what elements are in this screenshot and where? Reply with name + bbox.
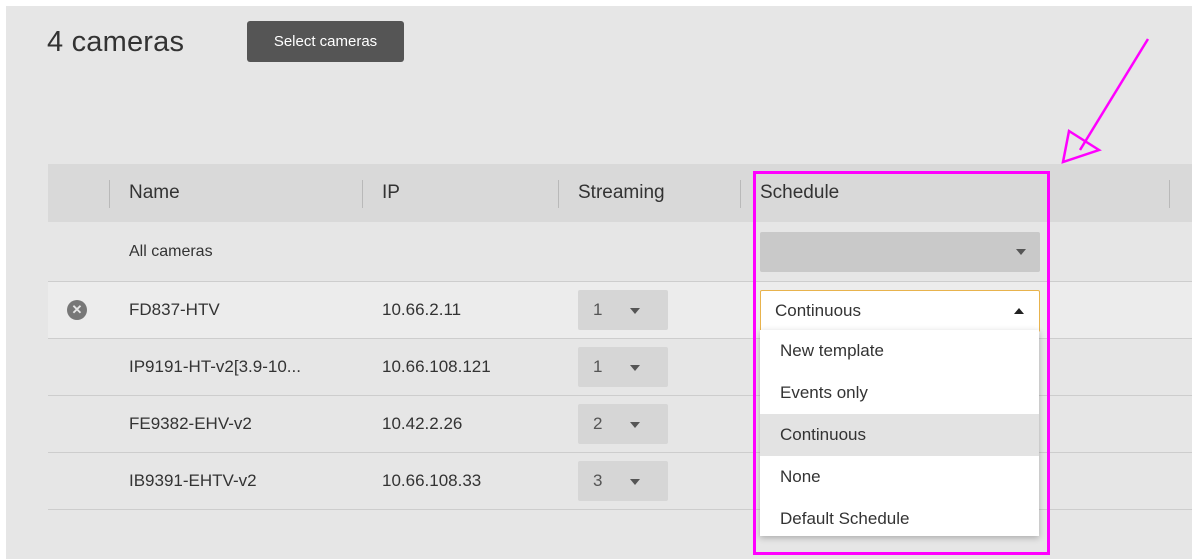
chevron-down-icon <box>630 479 640 485</box>
column-header-ip[interactable]: IP <box>382 164 400 222</box>
dropdown-option-none[interactable]: None <box>760 456 1039 498</box>
all-cameras-row: All cameras <box>48 222 1192 282</box>
all-cameras-schedule-select[interactable] <box>760 232 1040 272</box>
chevron-up-icon <box>1014 308 1024 314</box>
dropdown-option-events-only[interactable]: Events only <box>760 372 1039 414</box>
dropdown-option-continuous[interactable]: Continuous <box>760 414 1039 456</box>
camera-name: IP9191-HT-v2[3.9-10... <box>129 357 301 376</box>
schedule-value: Continuous <box>775 301 862 320</box>
column-separator[interactable] <box>740 180 741 208</box>
camera-ip: 10.66.108.33 <box>382 471 482 490</box>
camera-ip: 10.42.2.26 <box>382 414 463 433</box>
chevron-down-icon <box>1016 249 1026 255</box>
streaming-select[interactable]: 1 <box>578 347 668 387</box>
streaming-value: 1 <box>593 300 603 319</box>
column-separator[interactable] <box>558 180 559 208</box>
column-separator[interactable] <box>362 180 363 208</box>
table-header: Name IP Streaming Schedule <box>48 164 1192 222</box>
streaming-select[interactable]: 1 <box>578 290 668 330</box>
streaming-value: 3 <box>593 471 603 490</box>
schedule-dropdown-menu: New template Events only Continuous None… <box>760 330 1039 536</box>
camera-ip: 10.66.2.11 <box>382 300 462 319</box>
streaming-value: 2 <box>593 414 603 433</box>
column-header-schedule[interactable]: Schedule <box>760 164 839 222</box>
column-header-streaming[interactable]: Streaming <box>578 164 665 222</box>
camera-name: IB9391-EHTV-v2 <box>129 471 257 490</box>
schedule-select[interactable]: Continuous <box>760 290 1040 332</box>
column-separator[interactable] <box>1169 180 1170 208</box>
camera-name: FE9382-EHV-v2 <box>129 414 252 433</box>
dropdown-option-default-schedule[interactable]: Default Schedule <box>760 498 1039 540</box>
close-circle-icon[interactable]: ✕ <box>67 300 87 320</box>
streaming-select[interactable]: 3 <box>578 461 668 501</box>
dropdown-option-new-template[interactable]: New template <box>760 330 1039 372</box>
page-title: 4 cameras <box>47 26 185 58</box>
camera-name: FD837-HTV <box>129 300 220 319</box>
column-header-name[interactable]: Name <box>129 164 180 222</box>
streaming-select[interactable]: 2 <box>578 404 668 444</box>
select-cameras-button[interactable]: Select cameras <box>247 21 404 62</box>
camera-ip: 10.66.108.121 <box>382 357 491 376</box>
chevron-down-icon <box>630 308 640 314</box>
all-cameras-label: All cameras <box>129 242 213 260</box>
column-separator[interactable] <box>109 180 110 208</box>
chevron-down-icon <box>630 365 640 371</box>
chevron-down-icon <box>630 422 640 428</box>
streaming-value: 1 <box>593 357 603 376</box>
